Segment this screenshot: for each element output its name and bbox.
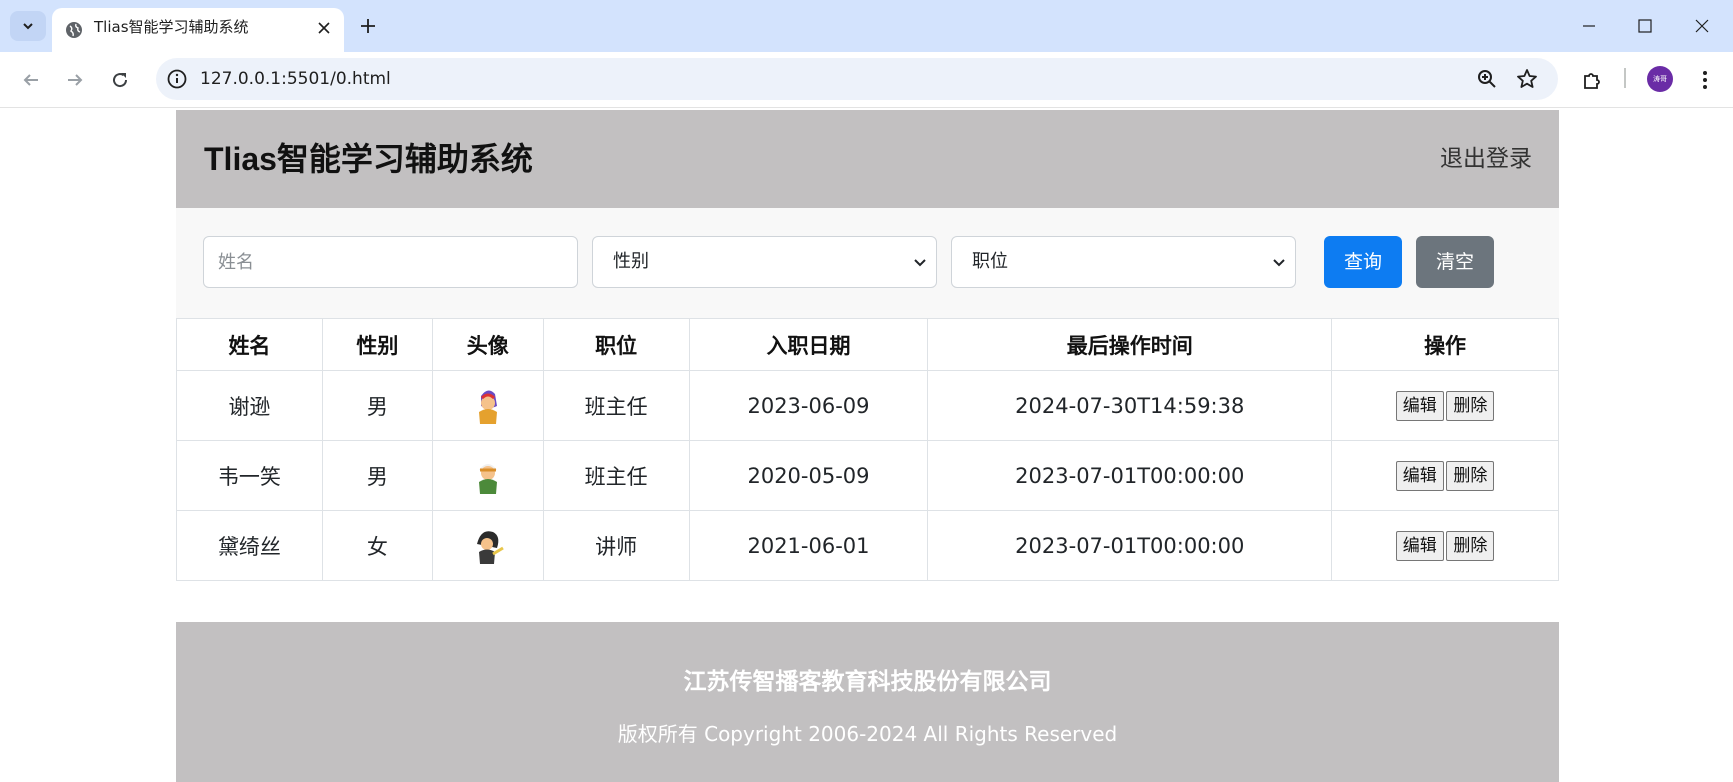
job-select-value: 职位 <box>972 251 1008 272</box>
avatar-image <box>478 389 497 424</box>
cell-actions: 编辑 删除 <box>1331 440 1559 511</box>
gender-select[interactable]: 性别 <box>592 236 937 288</box>
address-bar[interactable]: 127.0.0.1:5501/0.html <box>156 58 1558 100</box>
page-footer: 江苏传智播客教育科技股份有限公司 版权所有 Copyright 2006-202… <box>176 622 1559 782</box>
chevron-down-icon <box>1273 259 1285 267</box>
avatar-image <box>476 530 504 564</box>
cell-entry-date: 2020-05-09 <box>688 440 929 511</box>
cell-avatar <box>431 510 544 581</box>
back-button[interactable] <box>15 64 47 96</box>
edit-button[interactable]: 编辑 <box>1395 460 1444 491</box>
footer-copyright: 版权所有 Copyright 2006-2024 All Rights Rese… <box>617 722 1118 746</box>
close-icon <box>1695 19 1709 33</box>
cell-name: 谢逊 <box>176 370 323 441</box>
info-icon[interactable] <box>166 68 188 90</box>
cell-job: 班主任 <box>542 440 690 511</box>
cell-entry-date: 2023-06-09 <box>688 370 929 441</box>
employee-table: 姓名 性别 头像 职位 入职日期 最后操作时间 操作 谢逊 男 班主任 2023… <box>176 318 1559 581</box>
tab-search-button[interactable] <box>10 11 46 41</box>
reload-button[interactable] <box>104 64 136 96</box>
search-form: 性别 职位 查询 清空 <box>176 208 1559 318</box>
edit-button[interactable]: 编辑 <box>1395 390 1444 421</box>
menu-button[interactable] <box>1689 64 1721 96</box>
table-row: 谢逊 男 班主任 2023-06-09 2024-07-30T14:59:38 … <box>176 370 1559 441</box>
footer-company: 江苏传智播客教育科技股份有限公司 <box>683 669 1052 695</box>
cell-job: 讲师 <box>542 510 690 581</box>
table-row: 黛绮丝 女 讲师 2021-06-01 2023-07-01T00:00:00 … <box>176 510 1559 581</box>
chevron-down-icon <box>914 259 926 267</box>
column-header-gender: 性别 <box>321 318 433 371</box>
job-select[interactable]: 职位 <box>951 236 1296 288</box>
browser-toolbar: 127.0.0.1:5501/0.html 涛哥 <box>0 52 1733 108</box>
minimize-icon <box>1583 25 1595 27</box>
page-title: Tlias智能学习辅助系统 <box>204 141 533 177</box>
cell-update-time: 2024-07-30T14:59:38 <box>927 370 1333 441</box>
logout-link[interactable]: 退出登录 <box>1440 110 1532 208</box>
chevron-down-icon <box>23 23 33 30</box>
avatar-image <box>478 463 497 494</box>
delete-button[interactable]: 删除 <box>1446 390 1495 421</box>
close-icon <box>318 22 330 34</box>
edit-button[interactable]: 编辑 <box>1395 530 1444 561</box>
column-header-job: 职位 <box>542 318 690 371</box>
cell-actions: 编辑 删除 <box>1331 510 1559 581</box>
cell-actions: 编辑 删除 <box>1331 370 1559 441</box>
reload-icon <box>113 73 128 88</box>
profile-avatar[interactable]: 涛哥 <box>1647 66 1673 92</box>
cell-gender: 男 <box>321 370 433 441</box>
maximize-icon <box>1638 19 1652 33</box>
delete-button[interactable]: 删除 <box>1446 530 1495 561</box>
tab-title: Tlias智能学习辅助系统 <box>94 18 249 36</box>
cell-job: 班主任 <box>542 370 690 441</box>
column-header-update-time: 最后操作时间 <box>927 318 1333 371</box>
cell-gender: 男 <box>321 440 433 511</box>
cell-name: 黛绮丝 <box>176 510 323 581</box>
gender-select-value: 性别 <box>613 251 649 272</box>
zoom-icon[interactable] <box>1476 68 1498 90</box>
cell-entry-date: 2021-06-01 <box>688 510 929 581</box>
maximize-button[interactable] <box>1627 10 1663 42</box>
more-vertical-icon <box>1703 71 1707 89</box>
page-header: Tlias智能学习辅助系统 退出登录 <box>176 110 1559 208</box>
plus-icon <box>361 19 375 33</box>
arrow-right-icon <box>68 74 83 86</box>
table-row: 韦一笑 男 班主任 2020-05-09 2023-07-01T00:00:00… <box>176 440 1559 511</box>
close-window-button[interactable] <box>1684 10 1720 42</box>
name-search-input[interactable] <box>203 236 578 288</box>
url-text[interactable]: 127.0.0.1:5501/0.html <box>200 58 391 100</box>
browser-tab[interactable]: Tlias智能学习辅助系统 <box>52 8 344 52</box>
star-icon[interactable] <box>1516 68 1538 90</box>
minimize-button[interactable] <box>1571 10 1607 42</box>
cell-avatar <box>431 440 544 511</box>
column-header-name: 姓名 <box>176 318 323 371</box>
query-button[interactable]: 查询 <box>1324 236 1402 288</box>
column-header-avatar: 头像 <box>431 318 544 371</box>
cell-update-time: 2023-07-01T00:00:00 <box>927 440 1333 511</box>
cell-update-time: 2023-07-01T00:00:00 <box>927 510 1333 581</box>
column-header-actions: 操作 <box>1331 318 1559 371</box>
arrow-left-icon <box>23 74 38 86</box>
browser-tab-bar: Tlias智能学习辅助系统 <box>0 0 1733 52</box>
table-header-row: 姓名 性别 头像 职位 入职日期 最后操作时间 操作 <box>176 318 1559 371</box>
delete-button[interactable]: 删除 <box>1446 460 1495 491</box>
tab-close-button[interactable] <box>314 18 334 38</box>
globe-icon <box>66 22 82 38</box>
column-header-entry-date: 入职日期 <box>688 318 929 371</box>
puzzle-icon <box>1584 73 1600 89</box>
forward-button[interactable] <box>59 64 91 96</box>
cell-gender: 女 <box>321 510 433 581</box>
clear-button[interactable]: 清空 <box>1416 236 1494 288</box>
cell-name: 韦一笑 <box>176 440 323 511</box>
toolbar-divider <box>1624 68 1626 88</box>
new-tab-button[interactable] <box>356 12 380 40</box>
extensions-button[interactable] <box>1576 64 1608 96</box>
cell-avatar <box>431 370 544 441</box>
